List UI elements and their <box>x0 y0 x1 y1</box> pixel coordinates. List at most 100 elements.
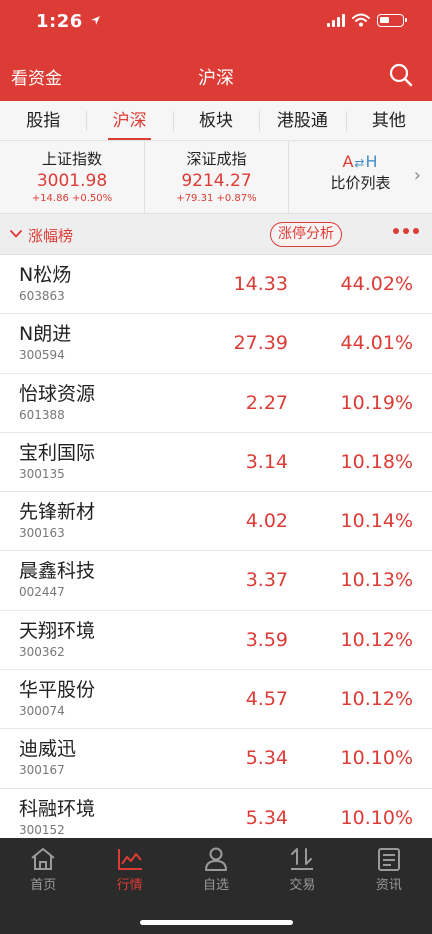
stock-code: 300594 <box>19 348 65 363</box>
index-change-points: +79.31 <box>176 193 214 204</box>
app-header: 1:26 看资金 沪深 <box>0 0 432 101</box>
stock-name: 宝利国际 <box>19 441 96 464</box>
stock-name: 晨鑫科技 <box>19 560 96 583</box>
chevron-down-icon[interactable] <box>9 227 23 241</box>
stock-change: 10.10% <box>340 806 413 829</box>
nav-watchlist-label: 自选 <box>203 878 230 893</box>
stock-price: 27.39 <box>233 332 288 355</box>
tab-sectors[interactable]: 板块 <box>172 101 259 140</box>
stock-price: 2.27 <box>245 391 288 414</box>
stock-change: 10.14% <box>340 510 413 533</box>
stock-name: 迪威迅 <box>19 738 77 761</box>
stock-code: 300362 <box>19 644 65 659</box>
title-bar: 看资金 沪深 <box>0 56 432 96</box>
stock-name: 天翔环境 <box>19 619 96 642</box>
home-indicator[interactable] <box>140 920 293 925</box>
ah-logo-arrows: ⇄ <box>354 156 366 170</box>
ranking-title[interactable]: 涨幅榜 <box>28 225 73 246</box>
index-change: +79.31 +0.87% <box>145 193 288 204</box>
tab-other[interactable]: 其他 <box>345 101 432 140</box>
index-value: 3001.98 <box>36 171 108 191</box>
stock-code: 300152 <box>19 822 65 837</box>
stock-list: N松炀 603863 14.33 44.02% N朗进 300594 27.39… <box>0 255 432 838</box>
nav-news[interactable]: 资讯 <box>346 838 432 898</box>
stock-change: 10.13% <box>340 569 413 592</box>
index-name: 上证指数 <box>41 150 102 168</box>
index-value: 9214.27 <box>181 171 252 191</box>
stock-row[interactable]: N松炀 603863 14.33 44.02% <box>0 255 432 315</box>
status-indicators <box>327 13 407 27</box>
person-icon <box>205 847 228 871</box>
status-time-text: 1:26 <box>36 11 83 32</box>
market-tabs: 股指 沪深 板块 港股通 其他 <box>0 101 432 141</box>
stock-change: 10.12% <box>340 628 413 651</box>
nav-market-label: 行情 <box>116 878 143 893</box>
nav-home-label: 首页 <box>30 878 57 893</box>
ah-logo-h: H <box>365 152 379 171</box>
trade-arrows-icon <box>291 848 314 870</box>
nav-trade-label: 交易 <box>289 878 316 893</box>
stock-row[interactable]: 天翔环境 300362 3.59 10.12% <box>0 610 432 671</box>
nav-watchlist[interactable]: 自选 <box>173 838 259 898</box>
stock-code: 300135 <box>19 466 65 481</box>
stock-row[interactable]: 先锋新材 300163 4.02 10.14% <box>0 492 432 552</box>
stock-row[interactable]: 怡球资源 601388 2.27 10.19% <box>0 373 432 433</box>
stock-change: 10.19% <box>340 391 413 414</box>
index-change-percent: +0.87% <box>216 193 257 204</box>
status-time: 1:26 <box>36 11 101 32</box>
wifi-icon <box>352 13 370 27</box>
stock-price: 5.34 <box>245 747 288 770</box>
stock-code: 300163 <box>19 526 65 541</box>
bottom-tab-bar: 首页 行情 自选 交易 资讯 <box>0 838 432 934</box>
tab-stock-connect[interactable]: 港股通 <box>259 101 345 140</box>
ah-compare-label: 比价列表 <box>330 174 391 192</box>
news-icon <box>377 848 400 871</box>
chevron-right-icon: › <box>413 165 421 186</box>
stock-change: 44.02% <box>340 273 413 295</box>
stock-price: 3.14 <box>245 450 288 473</box>
search-icon[interactable] <box>388 62 414 88</box>
location-arrow-icon <box>90 16 100 25</box>
stock-name: 先锋新材 <box>19 501 96 524</box>
stock-name: 科融环境 <box>19 797 96 820</box>
nav-trade[interactable]: 交易 <box>259 838 345 898</box>
stock-code: 601388 <box>19 407 65 422</box>
stock-change: 44.01% <box>340 332 413 355</box>
home-icon <box>31 848 55 870</box>
index-card-shenzhen[interactable]: 深证成指 9214.27 +79.31 +0.87% <box>144 141 288 213</box>
stock-row[interactable]: 晨鑫科技 002447 3.37 10.13% <box>0 551 432 611</box>
stock-price: 4.02 <box>245 510 288 533</box>
stock-row[interactable]: N朗进 300594 27.39 44.01% <box>0 314 432 374</box>
stock-name: N朗进 <box>19 323 72 346</box>
stock-change: 10.12% <box>340 688 413 711</box>
stock-code: 300167 <box>19 763 65 778</box>
index-card-shanghai[interactable]: 上证指数 3001.98 +14.86 +0.50% <box>0 141 144 213</box>
tab-index[interactable]: 股指 <box>0 101 86 140</box>
stock-code: 603863 <box>19 289 65 303</box>
stock-row[interactable]: 科融环境 300152 5.34 10.10% <box>0 788 432 838</box>
index-name: 深证成指 <box>186 150 247 168</box>
index-change: +14.86 +0.50% <box>0 193 144 204</box>
stock-price: 3.37 <box>245 569 288 592</box>
more-options-icon[interactable] <box>393 228 419 234</box>
stock-code: 300074 <box>19 704 65 719</box>
stock-price: 4.57 <box>245 688 288 711</box>
ah-compare-card[interactable]: A⇄H 比价列表 › <box>288 141 432 213</box>
stock-row[interactable]: 宝利国际 300135 3.14 10.18% <box>0 432 432 493</box>
stock-name: 华平股份 <box>19 679 96 702</box>
nav-news-label: 资讯 <box>375 878 402 893</box>
index-change-percent: +0.50% <box>72 193 113 204</box>
nav-market[interactable]: 行情 <box>86 838 172 898</box>
nav-home[interactable]: 首页 <box>0 838 86 898</box>
stock-row[interactable]: 华平股份 300074 4.57 10.12% <box>0 670 432 730</box>
signal-icon <box>327 13 345 27</box>
limit-up-analysis-button[interactable]: 涨停分析 <box>270 222 342 247</box>
stock-change: 10.10% <box>340 747 413 770</box>
stock-price: 5.34 <box>245 806 288 829</box>
ah-compare-icon: A⇄H <box>289 152 432 171</box>
stock-change: 10.18% <box>340 450 413 473</box>
chart-icon <box>117 849 142 870</box>
stock-row[interactable]: 迪威迅 300167 5.34 10.10% <box>0 729 432 789</box>
index-summary: 上证指数 3001.98 +14.86 +0.50% 深证成指 9214.27 … <box>0 141 432 214</box>
tab-shanghai-shenzhen[interactable]: 沪深 <box>86 101 172 140</box>
